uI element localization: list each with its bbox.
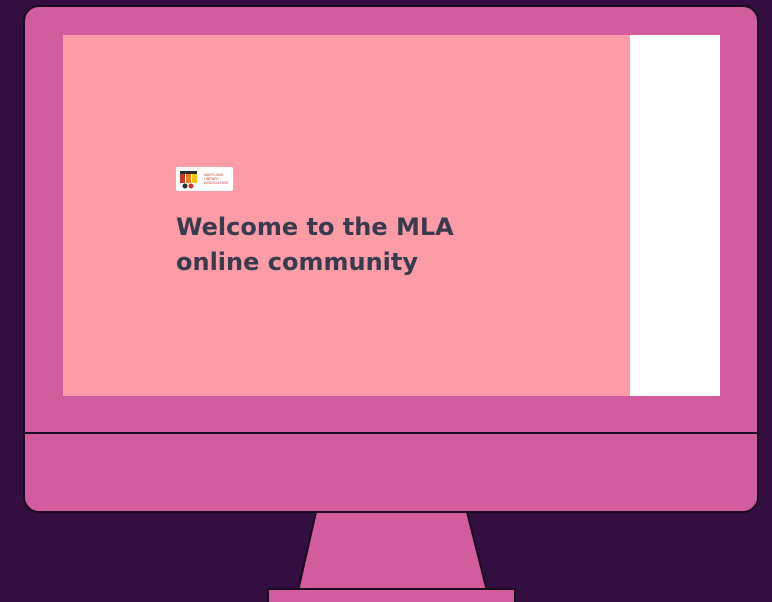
logo-text: MARYLAND LIBRARY ASSOCIATION (204, 173, 228, 186)
mla-logo-icon (179, 169, 201, 189)
mla-logo[interactable]: MARYLAND LIBRARY ASSOCIATION (176, 167, 233, 191)
illustration-stage: MARYLAND LIBRARY ASSOCIATION Welcome to … (0, 0, 772, 602)
page-title: Welcome to the MLA online community (176, 213, 454, 276)
monitor-screen: MARYLAND LIBRARY ASSOCIATION Welcome to … (63, 35, 720, 396)
hero-banner: MARYLAND LIBRARY ASSOCIATION Welcome to … (63, 35, 630, 396)
monitor-chin-divider (25, 432, 757, 434)
logo-text-line: ASSOCIATION (204, 181, 229, 186)
side-panel (630, 35, 720, 396)
